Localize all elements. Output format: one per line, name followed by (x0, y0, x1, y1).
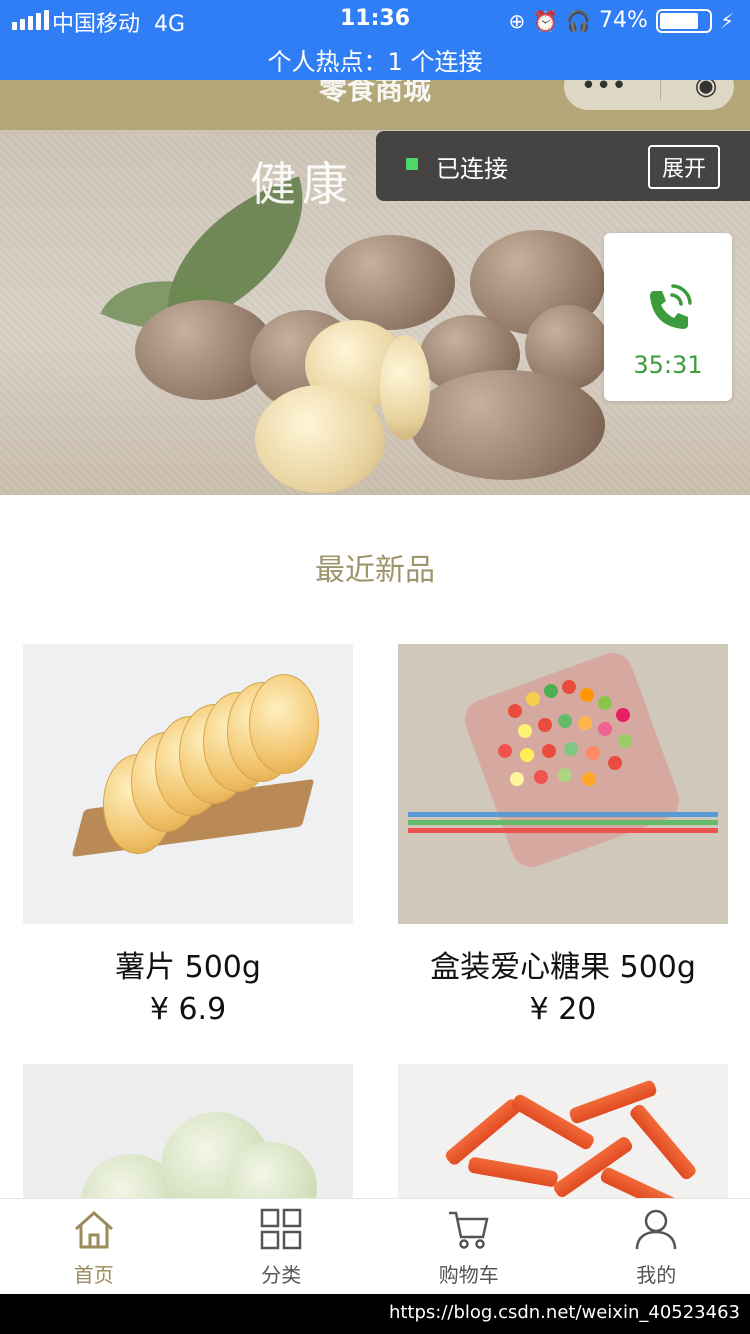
expand-button[interactable]: 展开 (647, 145, 720, 189)
hero-decor-text: 健康 (250, 157, 354, 211)
watermark-text: https://blog.csdn.net/weixin_40523463 (388, 1302, 740, 1323)
product-price: ¥ 6.9 (149, 992, 227, 1027)
tab-cart[interactable]: 购物车 (375, 1199, 563, 1294)
tab-label: 我的 (636, 1263, 677, 1287)
headphones-icon: 🎧 (566, 8, 592, 33)
hotspot-banner[interactable]: 个人热点：1 个连接 (0, 42, 750, 77)
miniprogram-header: 零食商城 ••• ◉ (0, 62, 750, 130)
status-bar: 中国移动 4G 11:36 ⊕ ⏰ 🎧 74% ⚡ 个人热点：1 个连接 (0, 0, 750, 80)
tab-label: 首页 (73, 1263, 114, 1287)
lock-rotation-icon: ⊕ (508, 8, 526, 33)
tab-bar: 首页 分类 购物车 我的 (0, 1198, 750, 1294)
battery-icon (655, 8, 712, 33)
call-duration: 35:31 (633, 351, 703, 379)
tab-category[interactable]: 分类 (188, 1199, 376, 1294)
section-title: 最近新品 (315, 553, 435, 588)
screen: 中国移动 4G 11:36 ⊕ ⏰ 🎧 74% ⚡ 个人热点：1 个连接 零食商… (0, 0, 750, 1334)
connected-text: 已连接 (436, 155, 508, 183)
phone-call-icon (650, 284, 692, 329)
product-name: 盒装爱心糖果 500g (430, 950, 696, 985)
home-icon (74, 1210, 113, 1249)
battery-percent: 74% (599, 8, 648, 33)
product-card[interactable]: 盒装爱心糖果 500g ¥ 20 (398, 644, 728, 1027)
tab-profile[interactable]: 我的 (563, 1199, 750, 1294)
connected-indicator-icon (406, 158, 418, 170)
grid-icon (261, 1208, 302, 1250)
watermark-bar: https://blog.csdn.net/weixin_40523463 (0, 1294, 750, 1334)
connected-overlay: 已连接 展开 (376, 131, 750, 201)
product-image (398, 644, 728, 924)
tab-label: 分类 (261, 1263, 302, 1287)
product-price: ¥ 20 (529, 992, 597, 1027)
product-card[interactable]: 薯片 500g ¥ 6.9 (23, 644, 353, 1027)
alarm-icon: ⏰ (533, 8, 559, 33)
product-name: 薯片 500g (115, 950, 261, 985)
call-widget[interactable]: 35:31 (604, 233, 732, 401)
user-icon (636, 1209, 677, 1250)
product-image (23, 644, 353, 924)
tab-home[interactable]: 首页 (0, 1199, 188, 1294)
charging-icon: ⚡ (719, 8, 734, 33)
tab-label: 购物车 (438, 1263, 499, 1287)
cart-icon (448, 1211, 489, 1249)
